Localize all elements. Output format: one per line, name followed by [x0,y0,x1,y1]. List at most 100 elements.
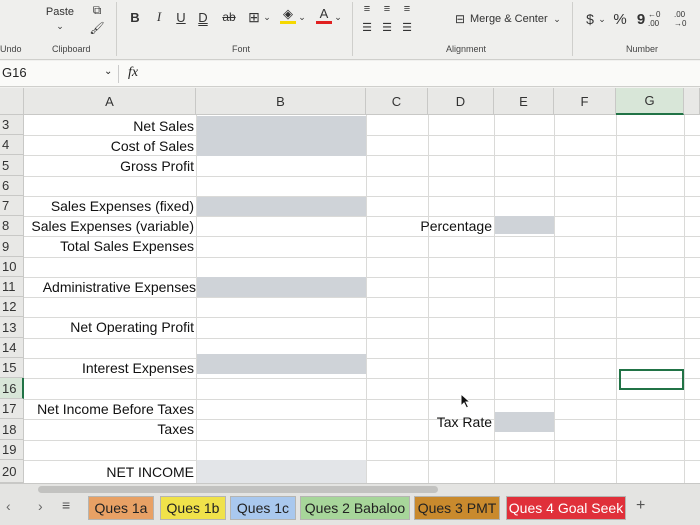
cell-a3[interactable]: Net Sales [24,116,194,136]
column-header-h[interactable] [684,88,700,115]
input-cell-net-income[interactable] [197,460,366,483]
chevron-down-icon[interactable]: ⌄ [552,12,562,26]
row-header-6[interactable]: 6 [0,176,24,196]
cell-a18[interactable]: Taxes [24,419,194,439]
name-box-dropdown-icon[interactable]: ⌄ [104,66,112,77]
row-header-5[interactable]: 5 [0,155,24,176]
chevron-down-icon[interactable]: ⌄ [598,12,606,26]
cell-a17[interactable]: Net Income Before Taxes [24,399,194,419]
input-cell-net-sales[interactable] [197,116,366,156]
sheet-tab-ques-1b[interactable]: Ques 1b [160,496,226,520]
row-header-17[interactable]: 17 [0,399,24,419]
group-label-clipboard: Clipboard [52,44,91,54]
sheet-tab-ques-2-babaloo[interactable]: Ques 2 Babaloo [300,496,410,520]
currency-button[interactable]: $ [584,10,596,28]
cell-a13[interactable]: Net Operating Profit [24,317,194,337]
add-sheet-button[interactable]: + [636,497,645,515]
cell-a8[interactable]: Sales Expenses (variable) [10,216,194,236]
merge-center-button[interactable]: Merge & Center [470,12,552,26]
bold-button[interactable]: B [128,8,142,26]
align-left-icon[interactable]: ☰ [360,20,374,34]
italic-button[interactable]: I [152,8,166,26]
cell-a7[interactable]: Sales Expenses (fixed) [24,196,194,216]
cell-a11[interactable]: Administrative Expenses [24,277,196,297]
row-header-11[interactable]: 11 [0,277,24,297]
borders-icon[interactable]: ⊞ [246,8,262,26]
align-top-icon[interactable]: ≡ [360,2,374,16]
cell-a20[interactable]: NET INCOME [24,460,194,483]
sheet-tab-ques-1c[interactable]: Ques 1c [230,496,296,520]
group-label-undo: Undo [0,44,22,54]
row-header-7[interactable]: 7 [0,196,24,216]
chevron-down-icon[interactable]: ⌄ [334,10,342,24]
row-header-13[interactable]: 13 [0,317,24,338]
input-cell-percentage[interactable] [495,216,554,234]
row-header-20[interactable]: 20 [0,460,24,483]
name-box[interactable]: G16 [0,65,60,83]
column-header-e[interactable]: E [494,88,554,115]
cell-a9[interactable]: Total Sales Expenses [24,236,194,256]
input-cell-admin-exp[interactable] [197,277,366,297]
merge-center-icon[interactable]: ⊟ [452,12,468,26]
input-cell-tax-rate[interactable] [495,412,554,432]
row-header-3[interactable]: 3 [0,115,24,135]
sheet-tab-bar: ‹ › ≡ Ques 1a Ques 1b Ques 1c Ques 2 Bab… [0,483,700,525]
sheet-list-icon[interactable]: ≡ [62,497,70,513]
fx-icon[interactable]: fx [128,65,138,81]
row-header-12[interactable]: 12 [0,297,24,317]
decrease-decimal-button[interactable]: .00 →0 [674,10,698,28]
format-painter-icon[interactable]: 🖌 [88,20,106,36]
double-underline-button[interactable]: D [196,8,210,26]
increase-decimal-button[interactable]: ←0 .00 [648,10,672,28]
row-header-9[interactable]: 9 [0,236,24,257]
chevron-down-icon[interactable]: ⌄ [263,10,271,24]
column-header-c[interactable]: C [366,88,428,115]
formula-separator [118,65,119,83]
column-header-a[interactable]: A [24,88,196,115]
formula-input[interactable] [152,65,692,83]
cell-a5[interactable]: Gross Profit [24,156,194,176]
row-header-10[interactable]: 10 [0,257,24,277]
horizontal-scrollbar[interactable] [38,486,438,493]
paste-button[interactable]: Paste [40,4,80,20]
separator [572,2,573,56]
column-header-b[interactable]: B [196,88,366,115]
align-middle-icon[interactable]: ≡ [380,2,394,16]
row-header-19[interactable]: 19 [0,440,24,460]
sheet-tab-ques-3-pmt[interactable]: Ques 3 PMT [414,496,500,520]
strikethrough-button[interactable]: ab [220,8,238,26]
active-cell-g16[interactable] [619,369,684,390]
cell-d18[interactable]: Tax Rate [412,412,492,432]
cell-d8[interactable]: Percentage [412,216,492,236]
cell-a15[interactable]: Interest Expenses [24,358,194,378]
align-right-icon[interactable]: ☰ [400,20,414,34]
row-header-14[interactable]: 14 [0,338,24,358]
fill-color-icon[interactable]: ◈ [280,6,296,24]
column-header-g[interactable]: G [616,88,684,115]
column-header-f[interactable]: F [554,88,616,115]
input-cell-sales-exp-fixed[interactable] [197,197,366,216]
row-header-16[interactable]: 16 [0,378,24,399]
align-center-icon[interactable]: ☰ [380,20,394,34]
sheet-tab-ques-4-goal-seek[interactable]: Ques 4 Goal Seek [506,496,626,520]
select-all-corner[interactable] [0,88,24,115]
scroll-left-icon[interactable]: ‹ [6,498,11,514]
align-bottom-icon[interactable]: ≡ [400,2,414,16]
row-header-18[interactable]: 18 [0,419,24,440]
row-header-15[interactable]: 15 [0,358,24,378]
row-header-4[interactable]: 4 [0,135,24,155]
gridline [24,338,700,339]
input-cell-interest-exp[interactable] [197,354,366,374]
sheet-tab-ques-1a[interactable]: Ques 1a [88,496,154,520]
spreadsheet-grid[interactable]: A B C D E F G 3 4 5 6 7 8 9 10 11 12 13 … [0,88,700,483]
cell-a4[interactable]: Cost of Sales [24,136,194,156]
percent-button[interactable]: % [612,10,628,28]
chevron-down-icon[interactable]: ⌄ [298,10,306,24]
column-header-d[interactable]: D [428,88,494,115]
copy-icon[interactable]: ⧉ [88,2,106,18]
paste-dropdown-icon[interactable]: ⌄ [54,20,66,32]
scroll-right-icon[interactable]: › [38,498,43,514]
underline-button[interactable]: U [174,8,188,26]
font-color-button[interactable]: A [316,6,332,24]
comma-style-button[interactable]: 9 [636,10,646,28]
